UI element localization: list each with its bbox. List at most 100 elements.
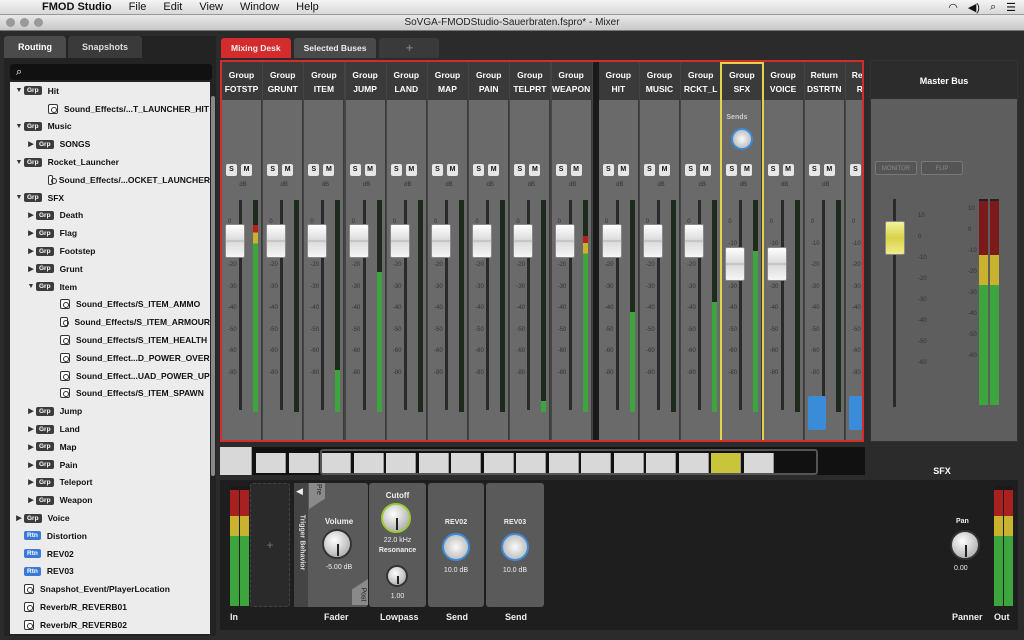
expanded-triangle-icon[interactable]: ▼ (14, 194, 24, 201)
resonance-knob[interactable] (386, 565, 408, 587)
solo-button[interactable]: S (685, 164, 697, 176)
tree-row[interactable]: ▶ Grp Teleport (10, 474, 210, 492)
tree-row[interactable]: ▶ Grp Voice (10, 509, 210, 527)
add-effect-slot[interactable]: + (250, 483, 290, 607)
menu-app[interactable]: FMOD Studio (42, 1, 112, 13)
solo-button[interactable]: S (808, 164, 820, 176)
mute-button[interactable]: M (447, 164, 458, 176)
expanded-triangle-icon[interactable]: ▼ (14, 87, 24, 94)
mute-button[interactable]: M (364, 164, 376, 176)
mute-button[interactable]: M (823, 164, 835, 176)
collapsed-triangle-icon[interactable]: ▶ (14, 514, 24, 522)
strip-name[interactable]: FOTSTP (222, 84, 261, 94)
tree-row[interactable]: ▼ Grp Item (10, 278, 210, 296)
fader-cap[interactable] (225, 224, 245, 258)
minimize-icon[interactable] (20, 18, 29, 27)
expanded-triangle-icon[interactable]: ▼ (14, 123, 24, 130)
pan-knob[interactable] (950, 530, 980, 560)
tree-row[interactable]: ▶ Grp Grunt (10, 260, 210, 278)
strip-name[interactable]: WEAPON (552, 84, 591, 94)
channel-strip-jump[interactable]: GroupJUMPSMdB0-10-20-30-40-50-60-80 (345, 62, 386, 440)
tree-row[interactable]: Sound_Effect...D_POWER_OVER (10, 349, 210, 367)
strip-name[interactable]: SFX (722, 84, 761, 94)
channel-strip-pain[interactable]: GroupPAINSMdB0-10-20-30-40-50-60-80 (469, 62, 510, 440)
tree-row[interactable]: Sound_Effects/S_ITEM_HEALTH (10, 331, 210, 349)
tree-row[interactable]: Sound_Effects/S_ITEM_SPAWN (10, 385, 210, 403)
strip-name[interactable]: LAND (387, 84, 426, 94)
channel-strip-voice[interactable]: Group VOICE SMdB 0-10-20-30-40-50-60-80 (763, 62, 804, 440)
tree-row[interactable]: ▶ Grp SONGS (10, 135, 210, 153)
mute-button[interactable]: M (405, 164, 417, 176)
strip-name[interactable]: JUMP (346, 84, 385, 94)
fader-track[interactable] (821, 200, 825, 410)
solo-button[interactable]: S (602, 164, 614, 176)
channel-strip-music[interactable]: GroupMUSICSMdB0-10-20-30-40-50-60-80 (640, 62, 680, 440)
tree-row[interactable]: ▶ Grp Weapon (10, 491, 210, 509)
mute-button[interactable]: M (529, 164, 541, 176)
tree-row[interactable]: ▶ Grp Land (10, 420, 210, 438)
solo-button[interactable]: S (432, 164, 443, 176)
close-icon[interactable] (6, 18, 15, 27)
fader-track[interactable] (780, 200, 784, 410)
cutoff-knob[interactable] (381, 503, 411, 533)
tree-row[interactable]: ▶ Grp Jump (10, 402, 210, 420)
solo-button[interactable]: S (767, 164, 779, 176)
send-rev03-knob[interactable] (501, 533, 529, 561)
add-tab-button[interactable]: + (379, 38, 440, 58)
solo-button[interactable]: S (226, 164, 237, 176)
overview-cell[interactable] (256, 453, 286, 473)
search-icon[interactable]: ⌕ (990, 1, 996, 14)
collapsed-triangle-icon[interactable]: ▶ (26, 140, 36, 148)
channel-strip-dstrtn[interactable]: Return DSTRTN S MdB 0 -10 -20 -30 -40 -50 -60 -80 (804, 62, 845, 440)
solo-button[interactable]: S (555, 164, 567, 176)
mute-button[interactable]: M (659, 164, 670, 176)
tree-row[interactable]: ▼ Grp Rocket_Launcher (10, 153, 210, 171)
fader-cap[interactable] (554, 224, 575, 258)
fader-cap[interactable] (725, 246, 746, 281)
solo-button[interactable]: S (850, 164, 861, 176)
menu-edit[interactable]: Edit (163, 1, 182, 13)
collapsed-triangle-icon[interactable]: ▶ (26, 265, 36, 273)
channel-strip-weapon[interactable]: GroupWEAPONSMdB0-10-20-30-40-50-60-80 (551, 62, 592, 440)
fader-cap[interactable] (513, 224, 534, 258)
solo-button[interactable]: S (644, 164, 655, 176)
solo-button[interactable]: S (267, 164, 279, 176)
solo-button[interactable]: S (726, 164, 738, 176)
strip-name[interactable]: TELPRT (510, 84, 549, 94)
tree-row[interactable]: Rtn REV02 (10, 545, 210, 563)
mute-button[interactable]: M (241, 164, 252, 176)
collapsed-triangle-icon[interactable]: ▶ (26, 247, 36, 255)
tree-row[interactable]: ▶ Grp Map (10, 438, 210, 456)
tree-row[interactable]: ▶ Grp Death (10, 207, 210, 225)
volume-knob[interactable] (322, 529, 352, 559)
fader-cap[interactable] (307, 224, 328, 258)
fader-cap[interactable] (766, 246, 787, 281)
collapsed-triangle-icon[interactable]: ▶ (26, 496, 36, 504)
tree-row[interactable]: Sound_Effects/...OCKET_LAUNCHER (10, 171, 210, 189)
strip-name[interactable]: GRUNT (263, 84, 302, 94)
tree-row[interactable]: Rtn REV03 (10, 563, 210, 581)
solo-button[interactable]: S (514, 164, 526, 176)
solo-button[interactable]: S (390, 164, 402, 176)
fader-cap[interactable] (266, 224, 287, 258)
tree-row[interactable]: Sound_Effect...UAD_POWER_UP (10, 367, 210, 385)
return-fader-cap[interactable] (849, 396, 862, 430)
tree-row[interactable]: ▼ Grp Hit (10, 82, 210, 100)
fader-cap[interactable] (472, 224, 493, 258)
tab-snapshots[interactable]: Snapshots (68, 36, 143, 58)
mixer-overview-scroller[interactable] (220, 447, 865, 475)
tree-row[interactable]: ▶ Grp Pain (10, 456, 210, 474)
menu-view[interactable]: View (199, 1, 223, 13)
strip-name[interactable]: DSTRTN (805, 84, 844, 94)
tree-row[interactable]: Reverb/R_REVERB01 (10, 598, 210, 616)
volume-icon[interactable]: ◀) (968, 1, 980, 14)
solo-button[interactable]: S (308, 164, 320, 176)
tree-row[interactable]: Sound_Effects/...T_LAUNCHER_HIT (10, 100, 210, 118)
expanded-triangle-icon[interactable]: ▼ (26, 283, 36, 290)
post-tab[interactable]: Post (352, 579, 368, 605)
overview-handle[interactable] (220, 447, 252, 475)
zoom-icon[interactable] (34, 18, 43, 27)
tree-row[interactable]: ▼ Grp SFX (10, 189, 210, 207)
channel-strip-telprt[interactable]: GroupTELPRTSMdB0-10-20-30-40-50-60-80 (510, 62, 551, 440)
tab-routing[interactable]: Routing (4, 36, 66, 58)
